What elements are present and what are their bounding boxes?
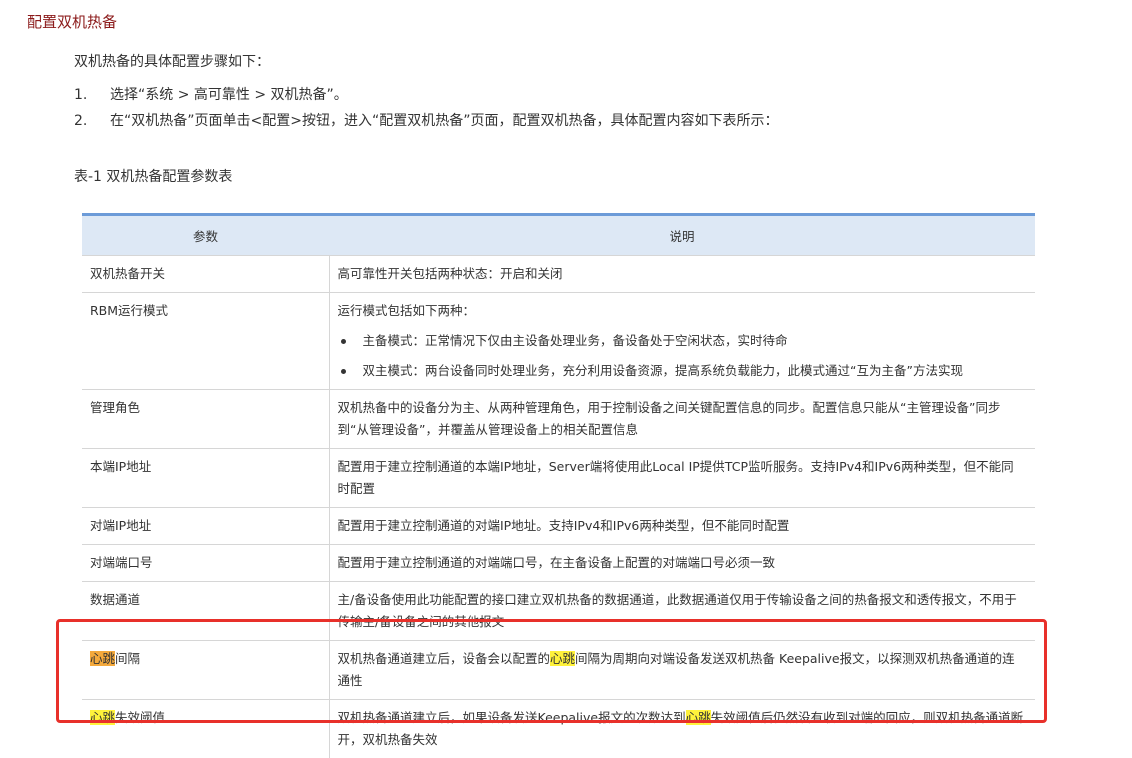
param-cell: 对端端口号	[82, 545, 329, 582]
table-row: 对端IP地址 配置用于建立控制通道的对端IP地址。支持IPv4和IPv6两种类型…	[82, 508, 1035, 545]
desc-cell: 双机热备中的设备分为主、从两种管理角色，用于控制设备之间关键配置信息的同步。配置…	[329, 390, 1035, 449]
desc-cell: 配置用于建立控制通道的对端端口号，在主备设备上配置的对端端口号必须一致	[329, 545, 1035, 582]
param-cell: 数据通道	[82, 582, 329, 641]
param-text: 失效阈值	[115, 710, 165, 725]
keyword-highlight: 心跳	[550, 651, 575, 666]
keyword-highlight: 心跳	[90, 651, 115, 666]
desc-cell: 高可靠性开关包括两种状态：开启和关闭	[329, 256, 1035, 293]
desc-text: 运行模式包括如下两种：	[338, 300, 1026, 322]
desc-text: 双机热备通道建立后，如果设备发送Keepalive报文的次数达到	[338, 710, 686, 725]
table-row: 对端端口号 配置用于建立控制通道的对端端口号，在主备设备上配置的对端端口号必须一…	[82, 545, 1035, 582]
bullet-item: 主备模式：正常情况下仅由主设备处理业务，备设备处于空闲状态，实时待命	[338, 330, 1026, 352]
param-cell: 对端IP地址	[82, 508, 329, 545]
step-text: 选择“系统 > 高可靠性 > 双机热备”。	[110, 87, 348, 103]
step-number: 1.	[74, 85, 87, 105]
param-cell: 本端IP地址	[82, 449, 329, 508]
table-caption: 表-1 双机热备配置参数表	[74, 166, 232, 186]
desc-cell: 主/备设备使用此功能配置的接口建立双机热备的数据通道，此数据通道仅用于传输设备之…	[329, 582, 1035, 641]
bullet-item: 双主模式：两台设备同时处理业务，充分利用设备资源，提高系统负载能力，此模式通过“…	[338, 360, 1026, 382]
table-row: 本端IP地址 配置用于建立控制通道的本端IP地址，Server端将使用此Loca…	[82, 449, 1035, 508]
table-row: 管理角色 双机热备中的设备分为主、从两种管理角色，用于控制设备之间关键配置信息的…	[82, 390, 1035, 449]
table-row: 数据通道 主/备设备使用此功能配置的接口建立双机热备的数据通道，此数据通道仅用于…	[82, 582, 1035, 641]
bullet-list: 主备模式：正常情况下仅由主设备处理业务，备设备处于空闲状态，实时待命 双主模式：…	[338, 330, 1026, 382]
keyword-highlight: 心跳	[686, 710, 711, 725]
step-number: 2.	[74, 111, 87, 131]
column-header-param: 参数	[82, 215, 329, 256]
desc-cell: 配置用于建立控制通道的对端IP地址。支持IPv4和IPv6两种类型，但不能同时配…	[329, 508, 1035, 545]
table-row: RBM运行模式 运行模式包括如下两种： 主备模式：正常情况下仅由主设备处理业务，…	[82, 293, 1035, 390]
table-row: 心跳失效阈值 双机热备通道建立后，如果设备发送Keepalive报文的次数达到心…	[82, 700, 1035, 758]
param-cell: 管理角色	[82, 390, 329, 449]
keyword-highlight: 心跳	[90, 710, 115, 725]
desc-text: 双机热备通道建立后，设备会以配置的	[338, 651, 551, 666]
steps-list: 1. 选择“系统 > 高可靠性 > 双机热备”。 2. 在“双机热备”页面单击<…	[74, 85, 778, 137]
step-text: 在“双机热备”页面单击<配置>按钮，进入“配置双机热备”页面，配置双机热备，具体…	[110, 113, 778, 129]
step-item: 2. 在“双机热备”页面单击<配置>按钮，进入“配置双机热备”页面，配置双机热备…	[74, 111, 778, 137]
param-cell: 心跳间隔	[82, 641, 329, 700]
desc-cell: 配置用于建立控制通道的本端IP地址，Server端将使用此Local IP提供T…	[329, 449, 1035, 508]
param-cell: 双机热备开关	[82, 256, 329, 293]
table-header-row: 参数 说明	[82, 215, 1035, 256]
column-header-desc: 说明	[329, 215, 1035, 256]
param-cell: RBM运行模式	[82, 293, 329, 390]
desc-cell: 运行模式包括如下两种： 主备模式：正常情况下仅由主设备处理业务，备设备处于空闲状…	[329, 293, 1035, 390]
table-row: 双机热备开关 高可靠性开关包括两种状态：开启和关闭	[82, 256, 1035, 293]
desc-cell: 双机热备通道建立后，如果设备发送Keepalive报文的次数达到心跳失效阈值后仍…	[329, 700, 1035, 758]
step-item: 1. 选择“系统 > 高可靠性 > 双机热备”。	[74, 85, 778, 111]
intro-text: 双机热备的具体配置步骤如下：	[74, 51, 270, 71]
table-row: 心跳间隔 双机热备通道建立后，设备会以配置的心跳间隔为周期向对端设备发送双机热备…	[82, 641, 1035, 700]
param-cell: 心跳失效阈值	[82, 700, 329, 758]
param-text: 间隔	[115, 651, 140, 666]
parameter-table: 参数 说明 双机热备开关 高可靠性开关包括两种状态：开启和关闭 RBM运行模式 …	[82, 213, 1035, 758]
page-heading: 配置双机热备	[27, 11, 117, 32]
desc-cell: 双机热备通道建立后，设备会以配置的心跳间隔为周期向对端设备发送双机热备 Keep…	[329, 641, 1035, 700]
